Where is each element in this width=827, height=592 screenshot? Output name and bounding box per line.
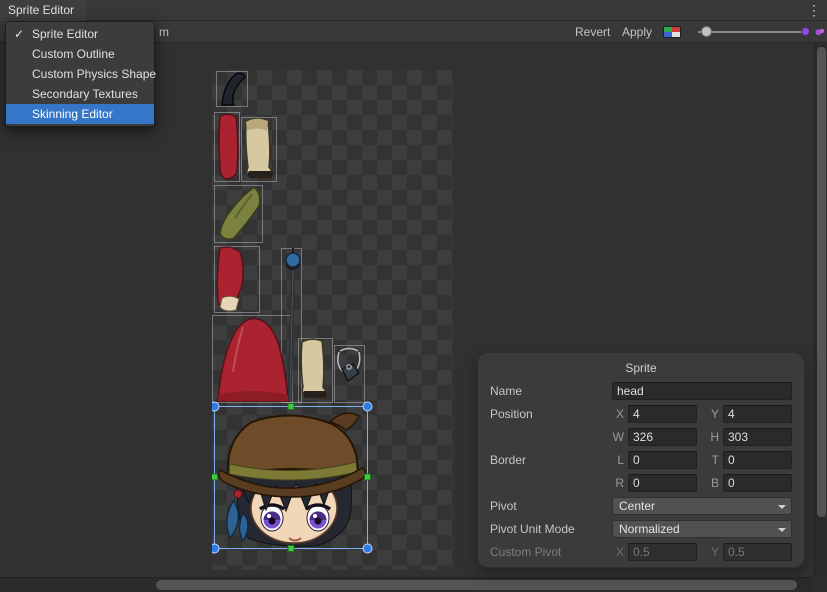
menu-item-label: Skinning Editor <box>32 107 113 121</box>
zoom-slider[interactable] <box>698 21 810 43</box>
pivot-value: Center <box>619 499 655 513</box>
titlebar: Sprite Editor ⋮ <box>0 0 827 21</box>
position-label: Position <box>490 407 612 421</box>
custom-pivot-y-input: 0.5 <box>723 543 792 561</box>
b-axis-label: B <box>707 476 719 490</box>
custom-pivot-row: Custom Pivot X 0.5 Y 0.5 <box>490 540 792 563</box>
name-label: Name <box>490 384 612 398</box>
menu-item-skinning-editor[interactable]: Skinning Editor <box>6 104 154 124</box>
sprite-atlas <box>212 70 453 570</box>
border-b-input[interactable]: 0 <box>723 474 792 492</box>
sprite-editor-menu-button[interactable]: Sprite Editor <box>0 0 86 21</box>
menu-item-label: Custom Physics Shape <box>32 67 156 81</box>
revert-button[interactable]: Revert <box>575 25 610 39</box>
sprite-panel-title: Sprite <box>490 359 792 379</box>
sprite-boot[interactable] <box>246 119 273 178</box>
pivot-label: Pivot <box>490 499 612 513</box>
checkmark-icon: ✓ <box>14 24 24 44</box>
sprite-boot-2[interactable] <box>301 339 327 398</box>
border-t-input[interactable]: 0 <box>723 451 792 469</box>
scrollbar-corner <box>814 577 827 592</box>
rgb-alpha-toggle-icon[interactable] <box>663 26 681 38</box>
name-input[interactable]: head <box>612 382 792 400</box>
mip-levels-icon[interactable] <box>815 27 825 37</box>
sprite-amulet[interactable] <box>338 349 360 382</box>
w-axis-label: W <box>612 430 624 444</box>
pivot-unit-mode-dropdown[interactable]: Normalized <box>612 520 792 538</box>
mip-slider-knob[interactable] <box>801 27 810 36</box>
menu-item-secondary-textures[interactable]: Secondary Textures <box>6 84 154 104</box>
custom-pivot-x-input: 0.5 <box>628 543 697 561</box>
y-axis-label: Y <box>707 545 719 559</box>
vertical-scrollbar[interactable] <box>814 44 827 577</box>
window-title: Sprite Editor <box>8 3 74 17</box>
sprite-hat[interactable] <box>218 319 288 401</box>
h-axis-label: H <box>707 430 719 444</box>
t-axis-label: T <box>707 453 719 467</box>
position-y-input[interactable]: 4 <box>723 405 792 423</box>
chevron-down-icon <box>778 528 786 532</box>
position-row-xy: Position X 4 Y 4 <box>490 402 792 425</box>
menu-item-custom-outline[interactable]: Custom Outline <box>6 44 154 64</box>
pivot-row: Pivot Center <box>490 494 792 517</box>
apply-button[interactable]: Apply <box>622 25 652 39</box>
sprite-sleeve[interactable] <box>219 114 238 179</box>
menu-item-custom-physics-shape[interactable]: Custom Physics Shape <box>6 64 154 84</box>
border-l-input[interactable]: 0 <box>628 451 697 469</box>
y-axis-label: Y <box>707 407 719 421</box>
menu-item-label: Custom Outline <box>32 47 115 61</box>
border-r-input[interactable]: 0 <box>628 474 697 492</box>
position-row-wh: W 326 H 303 <box>490 425 792 448</box>
x-axis-label: X <box>612 545 624 559</box>
sprite-atlas-canvas[interactable] <box>212 70 453 570</box>
position-h-input[interactable]: 303 <box>723 428 792 446</box>
kebab-menu-icon[interactable]: ⋮ <box>807 2 821 18</box>
custom-pivot-label: Custom Pivot <box>490 545 612 559</box>
sprite-inspector-panel: Sprite Name head Position X 4 Y 4 W 326 … <box>478 353 804 567</box>
r-axis-label: R <box>612 476 624 490</box>
pivot-unit-mode-value: Normalized <box>619 522 680 536</box>
name-row: Name head <box>490 379 792 402</box>
horizontal-scrollbar[interactable] <box>0 577 814 592</box>
sprite-head[interactable] <box>219 413 366 546</box>
border-row-rb: R 0 B 0 <box>490 471 792 494</box>
zoom-slider-knob[interactable] <box>701 26 712 37</box>
sprite-editor-dropdown-menu: ✓ Sprite Editor Custom Outline Custom Ph… <box>5 21 155 127</box>
pivot-unit-mode-row: Pivot Unit Mode Normalized <box>490 517 792 540</box>
menu-item-sprite-editor[interactable]: ✓ Sprite Editor <box>6 24 154 44</box>
sprite-editor-window: Sprite Editor ⋮ m Revert Apply <box>0 0 827 592</box>
border-row-lt: Border L 0 T 0 <box>490 448 792 471</box>
zoom-slider-track[interactable] <box>698 31 808 33</box>
sprite-arm[interactable] <box>217 247 243 311</box>
l-axis-label: L <box>612 453 624 467</box>
sprite-scarf[interactable] <box>220 187 260 239</box>
horizontal-scrollbar-thumb[interactable] <box>156 580 797 590</box>
border-label: Border <box>490 453 612 467</box>
trim-button-fragment[interactable]: m <box>159 25 169 39</box>
position-w-input[interactable]: 326 <box>628 428 697 446</box>
position-x-input[interactable]: 4 <box>628 405 697 423</box>
pivot-dropdown[interactable]: Center <box>612 497 792 515</box>
vertical-scrollbar-thumb[interactable] <box>817 47 826 517</box>
pivot-unit-mode-label: Pivot Unit Mode <box>490 522 612 536</box>
x-axis-label: X <box>612 407 624 421</box>
menu-item-label: Secondary Textures <box>32 87 138 101</box>
menu-item-label: Sprite Editor <box>32 27 98 41</box>
chevron-down-icon <box>778 505 786 509</box>
sprite-hat-tip[interactable] <box>222 73 245 105</box>
